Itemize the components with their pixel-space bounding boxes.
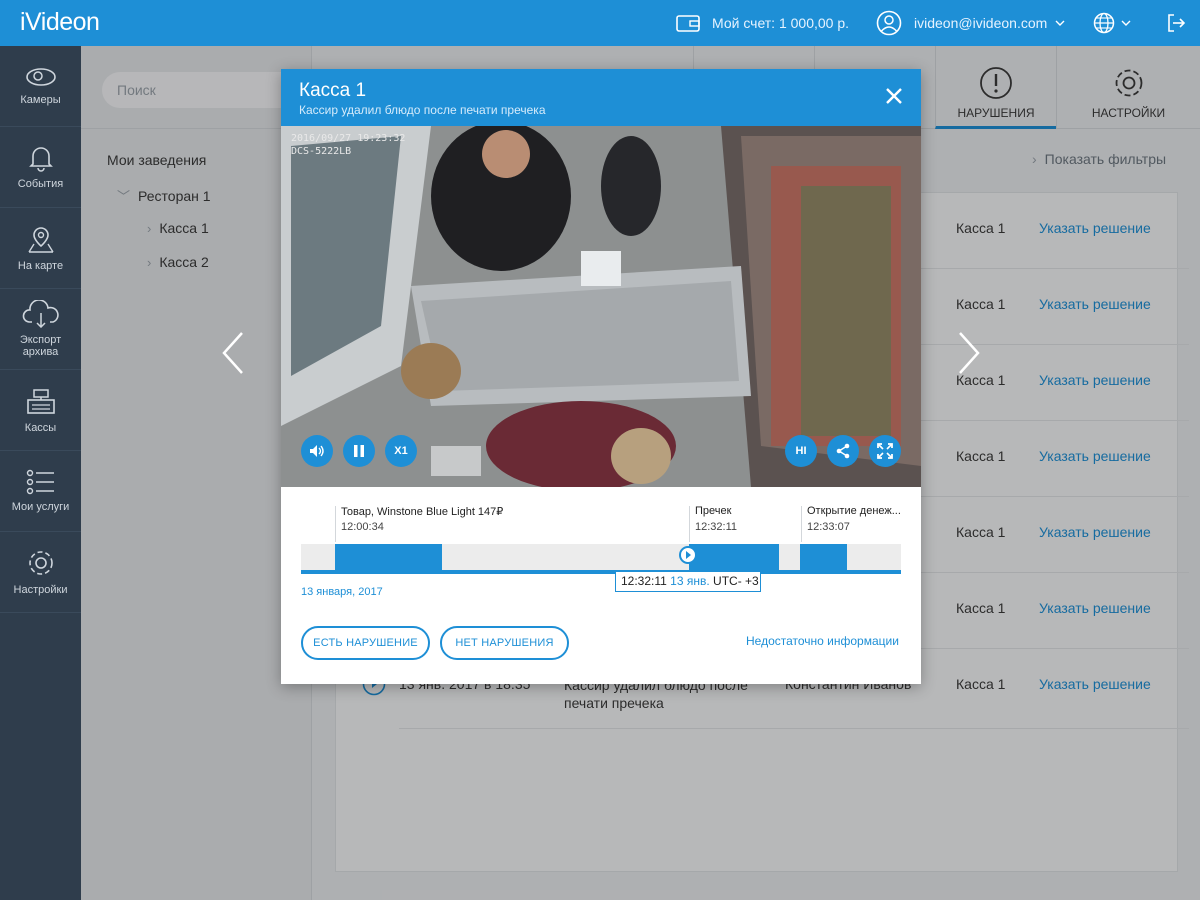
user-icon (876, 10, 902, 36)
account-balance[interactable]: Мой счет: 1 000,00 р. (676, 0, 849, 46)
pause-button[interactable] (343, 435, 375, 467)
chevron-down-icon (1121, 20, 1131, 26)
pause-icon (354, 445, 364, 457)
sidebar-item-label: Экспорт архива (19, 333, 62, 358)
sidebar-item-events[interactable]: События (0, 127, 81, 208)
user-email: ivideon@ivideon.com (914, 15, 1048, 31)
event-label[interactable]: Открытие денеж... (807, 505, 901, 517)
account-balance-text: Мой счет: 1 000,00 р. (712, 15, 850, 31)
event-marker (801, 506, 802, 542)
cash-register-icon (26, 389, 55, 414)
sidebar-item-settings[interactable]: Настройки (0, 532, 81, 613)
modal-header: Касса 1 Кассир удалил блюдо после печати… (281, 69, 921, 126)
chevron-down-icon (1055, 20, 1065, 26)
playhead-handle[interactable] (679, 546, 697, 564)
camera-icon (25, 68, 56, 86)
sidebar-item-cameras[interactable]: Камеры (0, 46, 81, 127)
cloud-download-icon (22, 299, 59, 328)
tooltip-date: 13 янв. (670, 574, 710, 588)
prev-arrow-icon[interactable] (220, 330, 246, 376)
sidebar-item-export[interactable]: Экспорт архива (0, 289, 81, 370)
tooltip-time: 12:32:11 (621, 574, 667, 588)
top-bar: iVideon Мой счет: 1 000,00 р. ivideon@iv… (0, 0, 1200, 46)
share-icon (836, 443, 850, 459)
tooltip-timezone: UTC- +3 (713, 574, 759, 588)
sidebar-item-label: События (17, 177, 64, 190)
event-marker (689, 506, 690, 542)
event-marker (335, 506, 336, 542)
fullscreen-button[interactable] (869, 435, 901, 467)
close-icon[interactable] (883, 85, 905, 107)
volume-button[interactable] (301, 435, 333, 467)
sidebar-item-map[interactable]: На карте (0, 208, 81, 289)
sidebar-item-label: Камеры (20, 93, 61, 106)
bell-icon (28, 147, 53, 172)
sidebar-item-label: Настройки (13, 583, 68, 596)
logout-button[interactable] (1166, 0, 1186, 46)
globe-icon (1093, 12, 1115, 34)
video-frame (281, 126, 921, 487)
map-pin-icon (27, 227, 54, 253)
sidebar-item-label: Мои услуги (11, 500, 70, 513)
event-time: 12:32:11 (695, 521, 738, 533)
no-violation-button[interactable]: НЕТ НАРУШЕНИЯ (440, 626, 569, 660)
timeline-segment[interactable] (689, 544, 779, 570)
sidebar-item-label: На карте (17, 259, 64, 272)
sidebar: Камеры События На карте Экспорт архива К… (0, 46, 81, 900)
video-player[interactable]: 2016/09/27 19:23:32 DCS-5222LB X1 HI (281, 126, 921, 487)
list-icon (26, 469, 54, 495)
speaker-icon (310, 445, 324, 457)
gear-icon (28, 551, 53, 575)
osd-camera-name: DCS-5222LB (291, 146, 352, 157)
sidebar-item-label: Кассы (24, 421, 57, 434)
timeline-progress (301, 570, 901, 574)
modal-title: Касса 1 (299, 80, 367, 101)
logout-icon (1168, 14, 1186, 32)
has-violation-button[interactable]: ЕСТЬ НАРУШЕНИЕ (301, 626, 430, 660)
timeline-segment[interactable] (335, 544, 442, 570)
video-osd: 2016/09/27 19:23:32 DCS-5222LB (291, 132, 405, 158)
play-icon (686, 551, 691, 559)
wallet-icon (676, 15, 700, 32)
language-menu[interactable] (1093, 0, 1131, 46)
share-button[interactable] (827, 435, 859, 467)
modal-subtitle: Кассир удалил блюдо после печати пречека (299, 103, 546, 117)
sidebar-item-registers[interactable]: Кассы (0, 370, 81, 451)
event-label[interactable]: Товар, Winstone Blue Light 147₽ (341, 505, 503, 518)
user-menu[interactable]: ivideon@ivideon.com (876, 0, 1065, 46)
next-arrow-icon[interactable] (956, 330, 982, 376)
insufficient-info-link[interactable]: Недостаточно информации (746, 634, 899, 648)
speed-button[interactable]: X1 (385, 435, 417, 467)
event-time: 12:00:34 (341, 521, 384, 533)
event-time: 12:33:07 (807, 521, 850, 533)
playhead-tooltip: 12:32:11 13 янв. UTC- +3 (615, 571, 761, 592)
timeline-segment[interactable] (800, 544, 847, 570)
fullscreen-icon (877, 443, 893, 459)
logo: iVideon (20, 8, 100, 36)
sidebar-item-services[interactable]: Мои услуги (0, 451, 81, 532)
quality-button[interactable]: HI (785, 435, 817, 467)
event-label[interactable]: Пречек (695, 505, 731, 517)
violation-modal: Касса 1 Кассир удалил блюдо после печати… (281, 69, 921, 684)
osd-timestamp: 2016/09/27 19:23:32 (291, 133, 406, 144)
timeline-date: 13 января, 2017 (301, 586, 383, 598)
